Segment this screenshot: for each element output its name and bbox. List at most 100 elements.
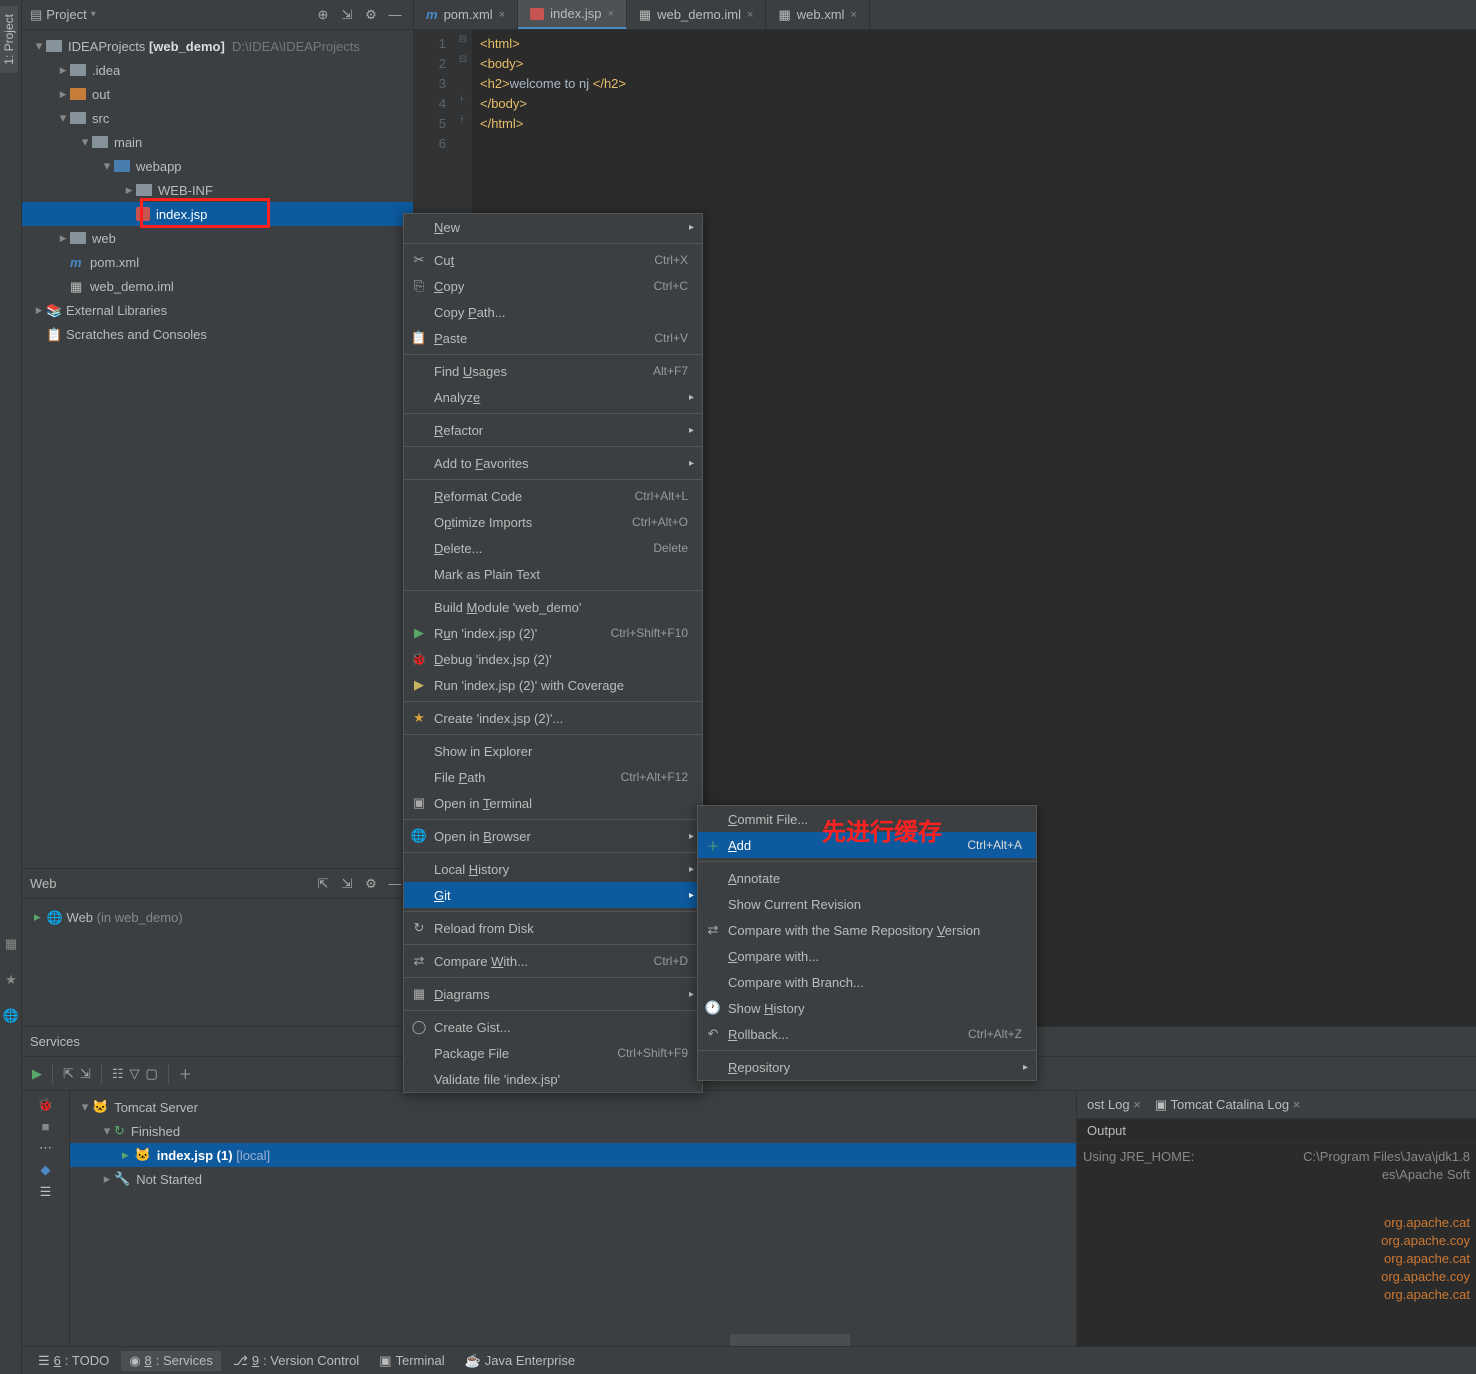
menu-item[interactable]: ▶Run 'index.jsp (2)'Ctrl+Shift+F10 [404, 620, 702, 646]
gear-icon[interactable]: ⚙ [361, 5, 381, 25]
tab-iml[interactable]: ▦web_demo.iml× [627, 0, 767, 29]
menu-item[interactable]: File PathCtrl+Alt+F12 [404, 764, 702, 790]
menu-item[interactable]: Refactor▸ [404, 417, 702, 443]
vtab-favorites-icon[interactable]: ★ [0, 962, 22, 998]
menu-item[interactable]: Git▸ [404, 882, 702, 908]
output-body[interactable]: Using JRE_HOME:C:\Program Files\Java\jdk… [1077, 1143, 1476, 1311]
menu-item[interactable]: ⇄Compare with the Same Repository Versio… [698, 917, 1036, 943]
stop-icon[interactable]: ■ [42, 1119, 50, 1134]
menu-item[interactable]: 🐞Debug 'index.jsp (2)' [404, 646, 702, 672]
menu-item[interactable]: ▶Run 'index.jsp (2)' with Coverage [404, 672, 702, 698]
vtab-structure-icon[interactable]: ▦ [0, 926, 22, 962]
menu-item[interactable]: Copy Path... [404, 299, 702, 325]
menu-item[interactable]: Validate file 'index.jsp' [404, 1066, 702, 1092]
svc-run-config[interactable]: ▸🐱index.jsp (1) [local] [70, 1143, 1076, 1167]
menu-item[interactable]: New▸ [404, 214, 702, 240]
expand-icon[interactable]: ⇲ [337, 5, 357, 25]
tab-indexjsp[interactable]: index.jsp× [518, 0, 627, 29]
menu-item[interactable]: Annotate [698, 865, 1036, 891]
svc-notstarted[interactable]: 🔧Not Started [70, 1167, 1076, 1191]
menu-item[interactable]: 🕐Show History [698, 995, 1036, 1021]
menu-item[interactable]: ↶Rollback...Ctrl+Alt+Z [698, 1021, 1036, 1047]
tree-extlib[interactable]: 📚External Libraries [22, 298, 413, 322]
group-icon[interactable]: ☷ [112, 1066, 124, 1082]
menu-item[interactable]: Compare with Branch... [698, 969, 1036, 995]
menu-item[interactable]: Show in Explorer [404, 738, 702, 764]
menu-item[interactable]: ✂CutCtrl+X [404, 247, 702, 273]
bottom-tab-vcs[interactable]: ⎇9: Version Control [225, 1351, 367, 1371]
menu-item[interactable]: ＋AddCtrl+Alt+A [698, 832, 1036, 858]
close-icon[interactable]: × [850, 9, 856, 21]
menu-item[interactable]: ▦Diagrams▸ [404, 981, 702, 1007]
tree-webapp[interactable]: webapp [22, 154, 413, 178]
hide-icon[interactable]: — [385, 5, 405, 25]
tree-collapse-icon[interactable]: ⇲ [80, 1066, 91, 1082]
menu-item[interactable]: ★Create 'index.jsp (2)'... [404, 705, 702, 731]
menu-item[interactable]: ⇄Compare With...Ctrl+D [404, 948, 702, 974]
menu-item[interactable]: Reformat CodeCtrl+Alt+L [404, 483, 702, 509]
menu-item[interactable]: Repository▸ [698, 1054, 1036, 1080]
tree-src[interactable]: src [22, 106, 413, 130]
menu-item[interactable]: Optimize ImportsCtrl+Alt+O [404, 509, 702, 535]
tree-web[interactable]: web [22, 226, 413, 250]
menu-item[interactable]: ◯Create Gist... [404, 1014, 702, 1040]
tab-webxml[interactable]: ▦web.xml× [766, 0, 869, 29]
bottom-tab-todo[interactable]: ☰6: TODO [30, 1351, 117, 1371]
close-icon[interactable]: × [607, 8, 613, 20]
web-run-row[interactable]: ▸🌐Web (in web_demo) [30, 905, 405, 929]
bottom-tab-terminal[interactable]: ▣Terminal [371, 1351, 452, 1371]
tree-out[interactable]: out [22, 82, 413, 106]
gear-icon[interactable]: ⚙ [361, 874, 381, 894]
svc-finished[interactable]: ↻Finished [70, 1119, 1076, 1143]
menu-item[interactable]: 🌐Open in Browser▸ [404, 823, 702, 849]
collapse-icon[interactable]: ⇱ [313, 874, 333, 894]
tree-scratch[interactable]: 📋Scratches and Consoles [22, 322, 413, 346]
menu-item[interactable]: ▣Open in Terminal [404, 790, 702, 816]
menu-item[interactable]: Find UsagesAlt+F7 [404, 358, 702, 384]
bottom-tab-javaee[interactable]: ☕Java Enterprise [457, 1351, 584, 1371]
menu-item[interactable]: ⎘CopyCtrl+C [404, 273, 702, 299]
menu-item[interactable]: Analyze▸ [404, 384, 702, 410]
close-icon[interactable]: × [747, 9, 753, 21]
vtab-web-icon[interactable]: 🌐 [0, 998, 22, 1034]
menu-item[interactable]: Build Module 'web_demo' [404, 594, 702, 620]
add-icon[interactable]: ＋ [179, 1064, 192, 1083]
tree-idea[interactable]: .idea [22, 58, 413, 82]
menu-icon[interactable]: ☰ [40, 1184, 52, 1200]
run-button[interactable]: ▶ [32, 1066, 42, 1082]
tab-pom[interactable]: mpom.xml× [414, 0, 518, 29]
tree-indexjsp[interactable]: index.jsp [22, 202, 413, 226]
tree-main[interactable]: main [22, 130, 413, 154]
filter-icon[interactable]: ▽ [129, 1066, 139, 1082]
output-tab-catalina[interactable]: ▣ Tomcat Catalina Log × [1155, 1097, 1300, 1113]
layout-icon[interactable]: ▢ [145, 1066, 157, 1082]
tree-expand-icon[interactable]: ⇱ [63, 1066, 74, 1082]
bottom-tab-services[interactable]: ◉8: Services [121, 1351, 221, 1371]
hide-icon[interactable]: — [385, 874, 405, 894]
vtab-project[interactable]: 1: Project [0, 6, 18, 73]
diamond-icon[interactable]: ◆ [41, 1162, 51, 1178]
menu-item[interactable]: Delete...Delete [404, 535, 702, 561]
tree-webinf[interactable]: WEB-INF [22, 178, 413, 202]
scrollbar-horizontal[interactable] [730, 1334, 850, 1346]
bug-icon[interactable]: 🐞 [37, 1097, 53, 1113]
menu-item[interactable]: Show Current Revision [698, 891, 1036, 917]
close-icon[interactable]: × [499, 9, 505, 21]
locate-icon[interactable]: ⊕ [313, 5, 333, 25]
output-tab-localhost[interactable]: ost Log × [1087, 1097, 1141, 1112]
tree-pom[interactable]: mpom.xml [22, 250, 413, 274]
menu-item[interactable]: ↻Reload from Disk [404, 915, 702, 941]
menu-item[interactable]: Add to Favorites▸ [404, 450, 702, 476]
tree-root[interactable]: IDEAProjects [web_demo] D:\IDEA\IDEAProj… [22, 34, 413, 58]
svc-tomcat[interactable]: 🐱Tomcat Server [70, 1095, 1076, 1119]
menu-item[interactable]: Compare with... [698, 943, 1036, 969]
expand-all-icon[interactable]: ⇲ [337, 874, 357, 894]
menu-item[interactable]: Package FileCtrl+Shift+F9 [404, 1040, 702, 1066]
menu-item[interactable]: Local History▸ [404, 856, 702, 882]
tree-iml[interactable]: ▦web_demo.iml [22, 274, 413, 298]
menu-item[interactable]: Commit File... [698, 806, 1036, 832]
menu-item[interactable]: 📋PasteCtrl+V [404, 325, 702, 351]
menu-item[interactable]: Mark as Plain Text [404, 561, 702, 587]
dropdown-icon[interactable]: ▾ [91, 9, 96, 20]
more-icon[interactable]: ⋯ [39, 1140, 52, 1156]
